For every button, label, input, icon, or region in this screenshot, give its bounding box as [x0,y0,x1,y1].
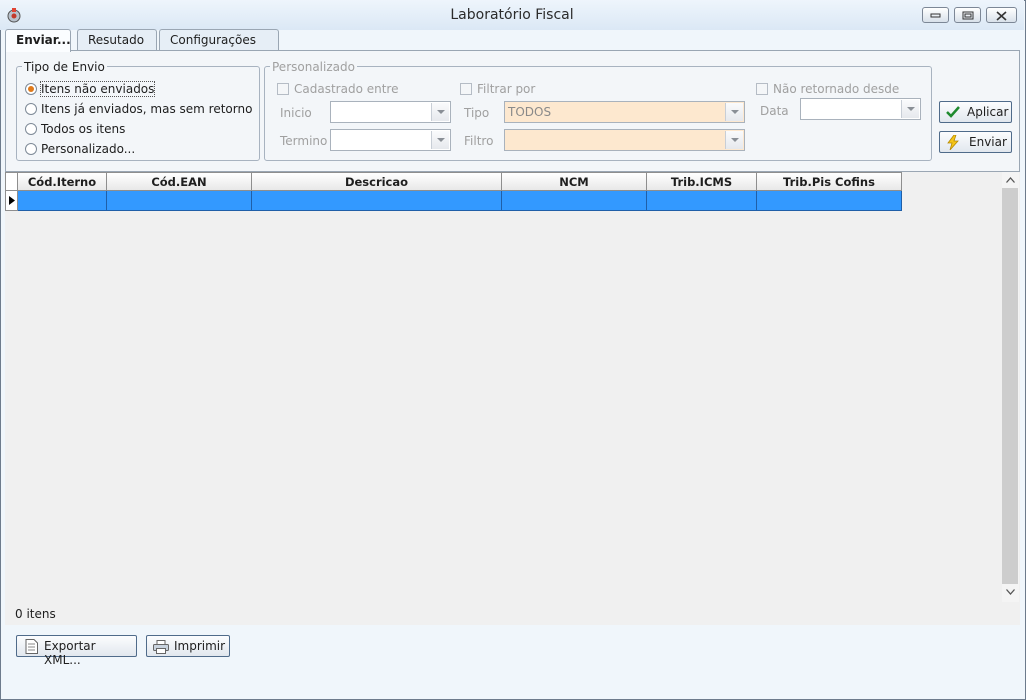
radio-itens-nao-enviados[interactable] [25,83,37,95]
items-grid[interactable]: Cód.Iterno Cód.EAN Descricao NCM Trib.IC… [5,171,1020,625]
scroll-down-icon[interactable] [1006,589,1015,595]
exportar-label: Exportar XML... [44,639,96,667]
radio-itens-ja-enviados[interactable] [25,103,37,115]
minimize-button[interactable] [922,7,949,23]
inicio-label: Inicio [280,106,312,120]
row-pointer-icon [9,196,15,205]
personalizado-legend: Personalizado [270,60,357,74]
close-button[interactable] [986,7,1017,23]
chevron-down-icon[interactable] [725,103,743,121]
chevron-down-icon[interactable] [431,131,449,149]
minimize-icon [930,13,941,18]
tab-enviar[interactable]: Enviar... [5,29,71,52]
data-date-field[interactable] [800,98,921,120]
scrollbar-thumb[interactable] [1002,188,1018,584]
termino-label: Termino [280,134,328,148]
aplicar-button[interactable]: Aplicar [939,101,1012,123]
row-indicator[interactable] [5,191,18,211]
filtrar-por-checkbox[interactable] [460,83,472,95]
filtro-label: Filtro [464,134,494,148]
exportar-xml-button[interactable]: Exportar XML... [16,635,137,667]
imprimir-label: Imprimir [174,639,226,653]
nao-retornado-checkbox[interactable] [756,83,768,95]
radio-todos-os-itens[interactable] [25,123,37,135]
tipo-select-value: TODOS [508,105,552,119]
radio-label: Itens não enviados [39,81,156,97]
column-header[interactable]: Cód.Iterno [18,172,107,191]
table-row-cell[interactable] [107,191,252,211]
chevron-down-icon[interactable] [725,131,743,149]
enviar-label: Enviar [969,135,1007,149]
tab-label: Configurações [170,33,256,47]
scroll-up-icon[interactable] [1006,177,1015,183]
tipo-envio-legend: Tipo de Envio [22,60,107,74]
table-row-cell[interactable] [757,191,902,211]
radio-label: Itens já enviados, mas sem retorno [41,102,253,116]
enviar-button[interactable]: Enviar [939,131,1012,153]
column-header[interactable]: NCM [502,172,647,191]
filtrar-por-label: Filtrar por [477,82,536,96]
aplicar-label: Aplicar [967,105,1009,119]
termino-date-field[interactable] [330,129,451,151]
imprimir-button[interactable]: Imprimir [146,635,230,657]
cadastrado-entre-label: Cadastrado entre [294,82,399,96]
table-row-cell[interactable] [502,191,647,211]
column-header[interactable]: Trib.ICMS [647,172,757,191]
column-header[interactable]: Trib.Pis Cofins [757,172,902,191]
printer-icon [153,640,169,654]
table-row-cell[interactable] [18,191,107,211]
filtro-select[interactable] [504,129,745,151]
document-icon [25,639,38,654]
chevron-down-icon[interactable] [901,100,919,118]
close-icon [996,11,1007,21]
check-icon [946,106,960,118]
inicio-date-field[interactable] [330,101,451,123]
tab-label: Resutado [88,33,145,47]
tab-label: Enviar... [16,33,71,47]
title-bar: Laboratório Fiscal [0,0,1024,30]
table-row-cell[interactable] [647,191,757,211]
grid-corner [5,172,18,191]
radio-personalizado[interactable] [25,143,37,155]
lightning-icon [947,135,959,150]
data-label: Data [760,104,789,118]
window-title: Laboratório Fiscal [450,7,574,23]
radio-label: Todos os itens [41,122,126,136]
restore-icon [962,11,974,20]
tipo-label: Tipo [464,106,490,120]
grid-status: 0 itens [15,607,56,621]
restore-button[interactable] [954,7,981,23]
tipo-select[interactable]: TODOS [504,101,745,123]
radio-label: Personalizado... [41,142,136,156]
tab-resutado[interactable]: Resutado [77,29,157,51]
tab-configuracoes[interactable]: Configurações [159,29,279,51]
column-header[interactable]: Descricao [252,172,502,191]
chevron-down-icon[interactable] [431,103,449,121]
table-row-cell[interactable] [252,191,502,211]
column-header[interactable]: Cód.EAN [107,172,252,191]
cadastrado-entre-checkbox[interactable] [277,83,289,95]
nao-retornado-label: Não retornado desde [773,82,900,96]
